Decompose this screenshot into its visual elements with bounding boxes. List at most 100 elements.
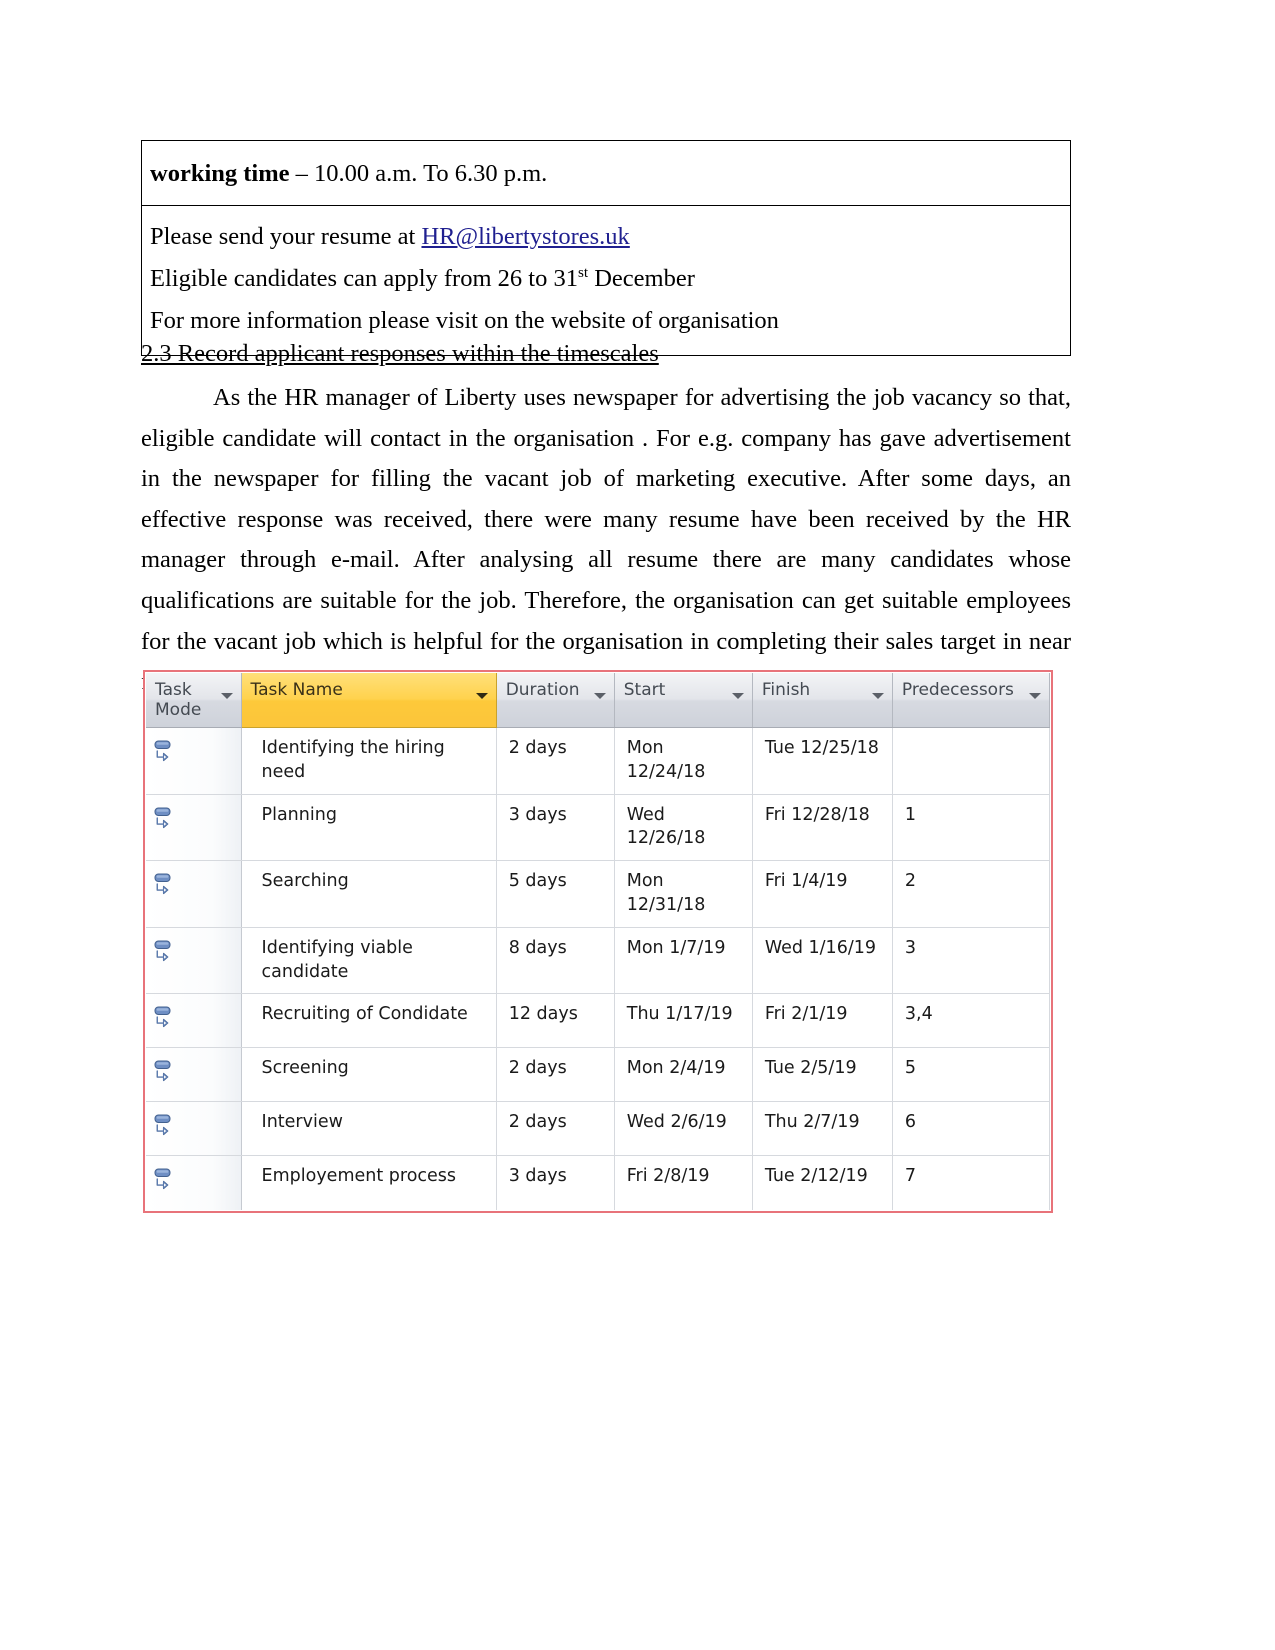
more-info-line: For more information please visit on the… (150, 307, 779, 335)
cell-finish[interactable]: Fri 2/1/19 (752, 993, 893, 1049)
column-header-task-mode-label: Task Mode (155, 680, 202, 720)
cell-task-name[interactable]: Interview (241, 1101, 497, 1157)
cell-task-mode[interactable] (146, 1047, 242, 1103)
table-row[interactable]: Employement process 3 days Fri 2/8/19 Tue 2… (146, 1155, 1051, 1210)
cell-duration[interactable]: 8 days (496, 927, 615, 995)
cell-task-name[interactable]: Searching (241, 860, 497, 928)
working-time-row: working time – 10.00 a.m. To 6.30 p.m. (142, 141, 1070, 207)
auto-scheduled-icon[interactable] (152, 1112, 233, 1138)
filter-dropdown-icon-start[interactable] (731, 693, 744, 699)
column-header-duration[interactable]: Duration (496, 673, 615, 728)
cell-finish[interactable]: Fri 12/28/18 (752, 794, 893, 862)
table-header: Task Mode Task Name Duration Start Finis… (146, 673, 1051, 728)
filter-dropdown-icon-task-mode[interactable] (220, 693, 233, 699)
filter-dropdown-icon-task-name[interactable] (475, 693, 488, 699)
apply-window-line: Eligible candidates can apply from 26 to… (150, 258, 1062, 300)
cell-start[interactable]: Thu 1/17/19 (614, 993, 753, 1049)
cell-finish[interactable]: Fri 1/4/19 (752, 860, 893, 928)
cell-start[interactable]: Wed 12/26/18 (614, 794, 753, 862)
apply-window-suffix: December (588, 265, 695, 293)
cell-task-name[interactable]: Screening (241, 1047, 497, 1103)
job-details-box: working time – 10.00 a.m. To 6.30 p.m. P… (141, 140, 1071, 356)
cell-predecessors[interactable]: 5 (892, 1047, 1051, 1103)
cell-task-name[interactable]: Recruiting of Condidate (241, 993, 497, 1049)
working-time-label: working time (150, 160, 290, 187)
cell-predecessors[interactable]: 3 (892, 927, 1051, 995)
table-row[interactable]: Searching 5 days Mon 12/31/18 Fri 1/4/19 2 (146, 860, 1051, 928)
cell-start[interactable]: Mon 12/24/18 (614, 727, 753, 795)
cell-task-mode[interactable] (146, 1155, 242, 1210)
cell-predecessors[interactable]: 7 (892, 1155, 1051, 1210)
column-header-task-name[interactable]: Task Name (241, 673, 497, 728)
ordinal-suffix: st (577, 264, 589, 282)
column-header-start-label: Start (623, 680, 666, 700)
cell-start[interactable]: Mon 12/31/18 (614, 860, 753, 928)
auto-scheduled-icon[interactable] (152, 1004, 233, 1030)
cell-task-mode[interactable] (146, 993, 242, 1049)
auto-scheduled-icon[interactable] (152, 1058, 233, 1084)
cell-finish[interactable]: Tue 2/12/19 (752, 1155, 893, 1210)
filter-dropdown-icon-duration[interactable] (593, 693, 606, 699)
column-header-finish-label: Finish (761, 680, 811, 700)
cell-duration[interactable]: 2 days (496, 1101, 615, 1157)
auto-scheduled-icon[interactable] (152, 805, 233, 831)
column-header-duration-label: Duration (505, 680, 580, 700)
cell-predecessors[interactable]: 2 (892, 860, 1051, 928)
cell-predecessors[interactable]: 3,4 (892, 993, 1051, 1049)
cell-task-name[interactable]: Identifying the hiring need (241, 727, 497, 795)
filter-dropdown-icon-predecessors[interactable] (1029, 693, 1041, 699)
auto-scheduled-icon[interactable] (152, 871, 233, 897)
resume-line: Please send your resume at HR@libertysto… (150, 216, 1062, 258)
table-row[interactable]: Identifying the hiring need 2 days Mon 12/… (146, 727, 1051, 795)
document-page: working time – 10.00 a.m. To 6.30 p.m. P… (0, 0, 1275, 1650)
table-row[interactable]: Planning 3 days Wed 12/26/18 Fri 12/28/18 1 (146, 794, 1051, 862)
cell-finish[interactable]: Tue 12/25/18 (752, 727, 893, 795)
table-row[interactable]: Identifying viable candidate 8 days Mon 1/… (146, 927, 1051, 995)
column-header-finish[interactable]: Finish (752, 673, 893, 728)
cell-start[interactable]: Mon 2/4/19 (614, 1047, 753, 1103)
cell-duration[interactable]: 5 days (496, 860, 615, 928)
table-row[interactable]: Recruiting of Condidate 12 days Thu 1/17/1… (146, 993, 1051, 1049)
column-header-task-mode[interactable]: Task Mode (146, 673, 242, 728)
auto-scheduled-icon[interactable] (152, 1166, 233, 1192)
column-header-predecessors-label: Predecessors (901, 680, 1014, 700)
table-row[interactable]: Screening 2 days Mon 2/4/19 Tue 2/5/19 5 (146, 1047, 1051, 1103)
section-heading: 2.3 Record applicant responses within th… (141, 340, 659, 367)
cell-start[interactable]: Mon 1/7/19 (614, 927, 753, 995)
cell-finish[interactable]: Wed 1/16/19 (752, 927, 893, 995)
working-time-line: working time – 10.00 a.m. To 6.30 p.m. (150, 153, 1062, 195)
working-time-value: – 10.00 a.m. To 6.30 p.m. (289, 160, 548, 187)
cell-task-name[interactable]: Identifying viable candidate (241, 927, 497, 995)
table-header-row: Task Mode Task Name Duration Start Finis… (146, 673, 1051, 728)
cell-duration[interactable]: 2 days (496, 1047, 615, 1103)
cell-start[interactable]: Wed 2/6/19 (614, 1101, 753, 1157)
table-body: Identifying the hiring need 2 days Mon 12/… (146, 727, 1051, 1210)
project-task-table: Task Mode Task Name Duration Start Finis… (146, 673, 1051, 1210)
cell-predecessors[interactable]: 1 (892, 794, 1051, 862)
cell-task-mode[interactable] (146, 794, 242, 862)
cell-duration[interactable]: 12 days (496, 993, 615, 1049)
cell-duration[interactable]: 3 days (496, 794, 615, 862)
cell-finish[interactable]: Tue 2/5/19 (752, 1047, 893, 1103)
column-header-predecessors[interactable]: Predecessors (892, 673, 1051, 728)
cell-task-mode[interactable] (146, 860, 242, 928)
cell-task-name[interactable]: Employement process (241, 1155, 497, 1210)
cell-predecessors[interactable] (892, 727, 1051, 795)
body-paragraph: As the HR manager of Liberty uses newspa… (141, 384, 1071, 695)
auto-scheduled-icon[interactable] (152, 938, 233, 964)
auto-scheduled-icon[interactable] (152, 738, 233, 764)
cell-finish[interactable]: Thu 2/7/19 (752, 1101, 893, 1157)
table-row[interactable]: Interview 2 days Wed 2/6/19 Thu 2/7/19 6 (146, 1101, 1051, 1157)
cell-task-name[interactable]: Planning (241, 794, 497, 862)
cell-task-mode[interactable] (146, 1101, 242, 1157)
cell-start[interactable]: Fri 2/8/19 (614, 1155, 753, 1210)
cell-predecessors[interactable]: 6 (892, 1101, 1051, 1157)
column-header-start[interactable]: Start (614, 673, 753, 728)
cell-task-mode[interactable] (146, 727, 242, 795)
cell-duration[interactable]: 2 days (496, 727, 615, 795)
project-schedule-screenshot: Task Mode Task Name Duration Start Finis… (143, 670, 1053, 1213)
resume-email-link[interactable]: HR@libertystores.uk (421, 223, 629, 250)
cell-task-mode[interactable] (146, 927, 242, 995)
cell-duration[interactable]: 3 days (496, 1155, 615, 1210)
filter-dropdown-icon-finish[interactable] (871, 693, 884, 699)
